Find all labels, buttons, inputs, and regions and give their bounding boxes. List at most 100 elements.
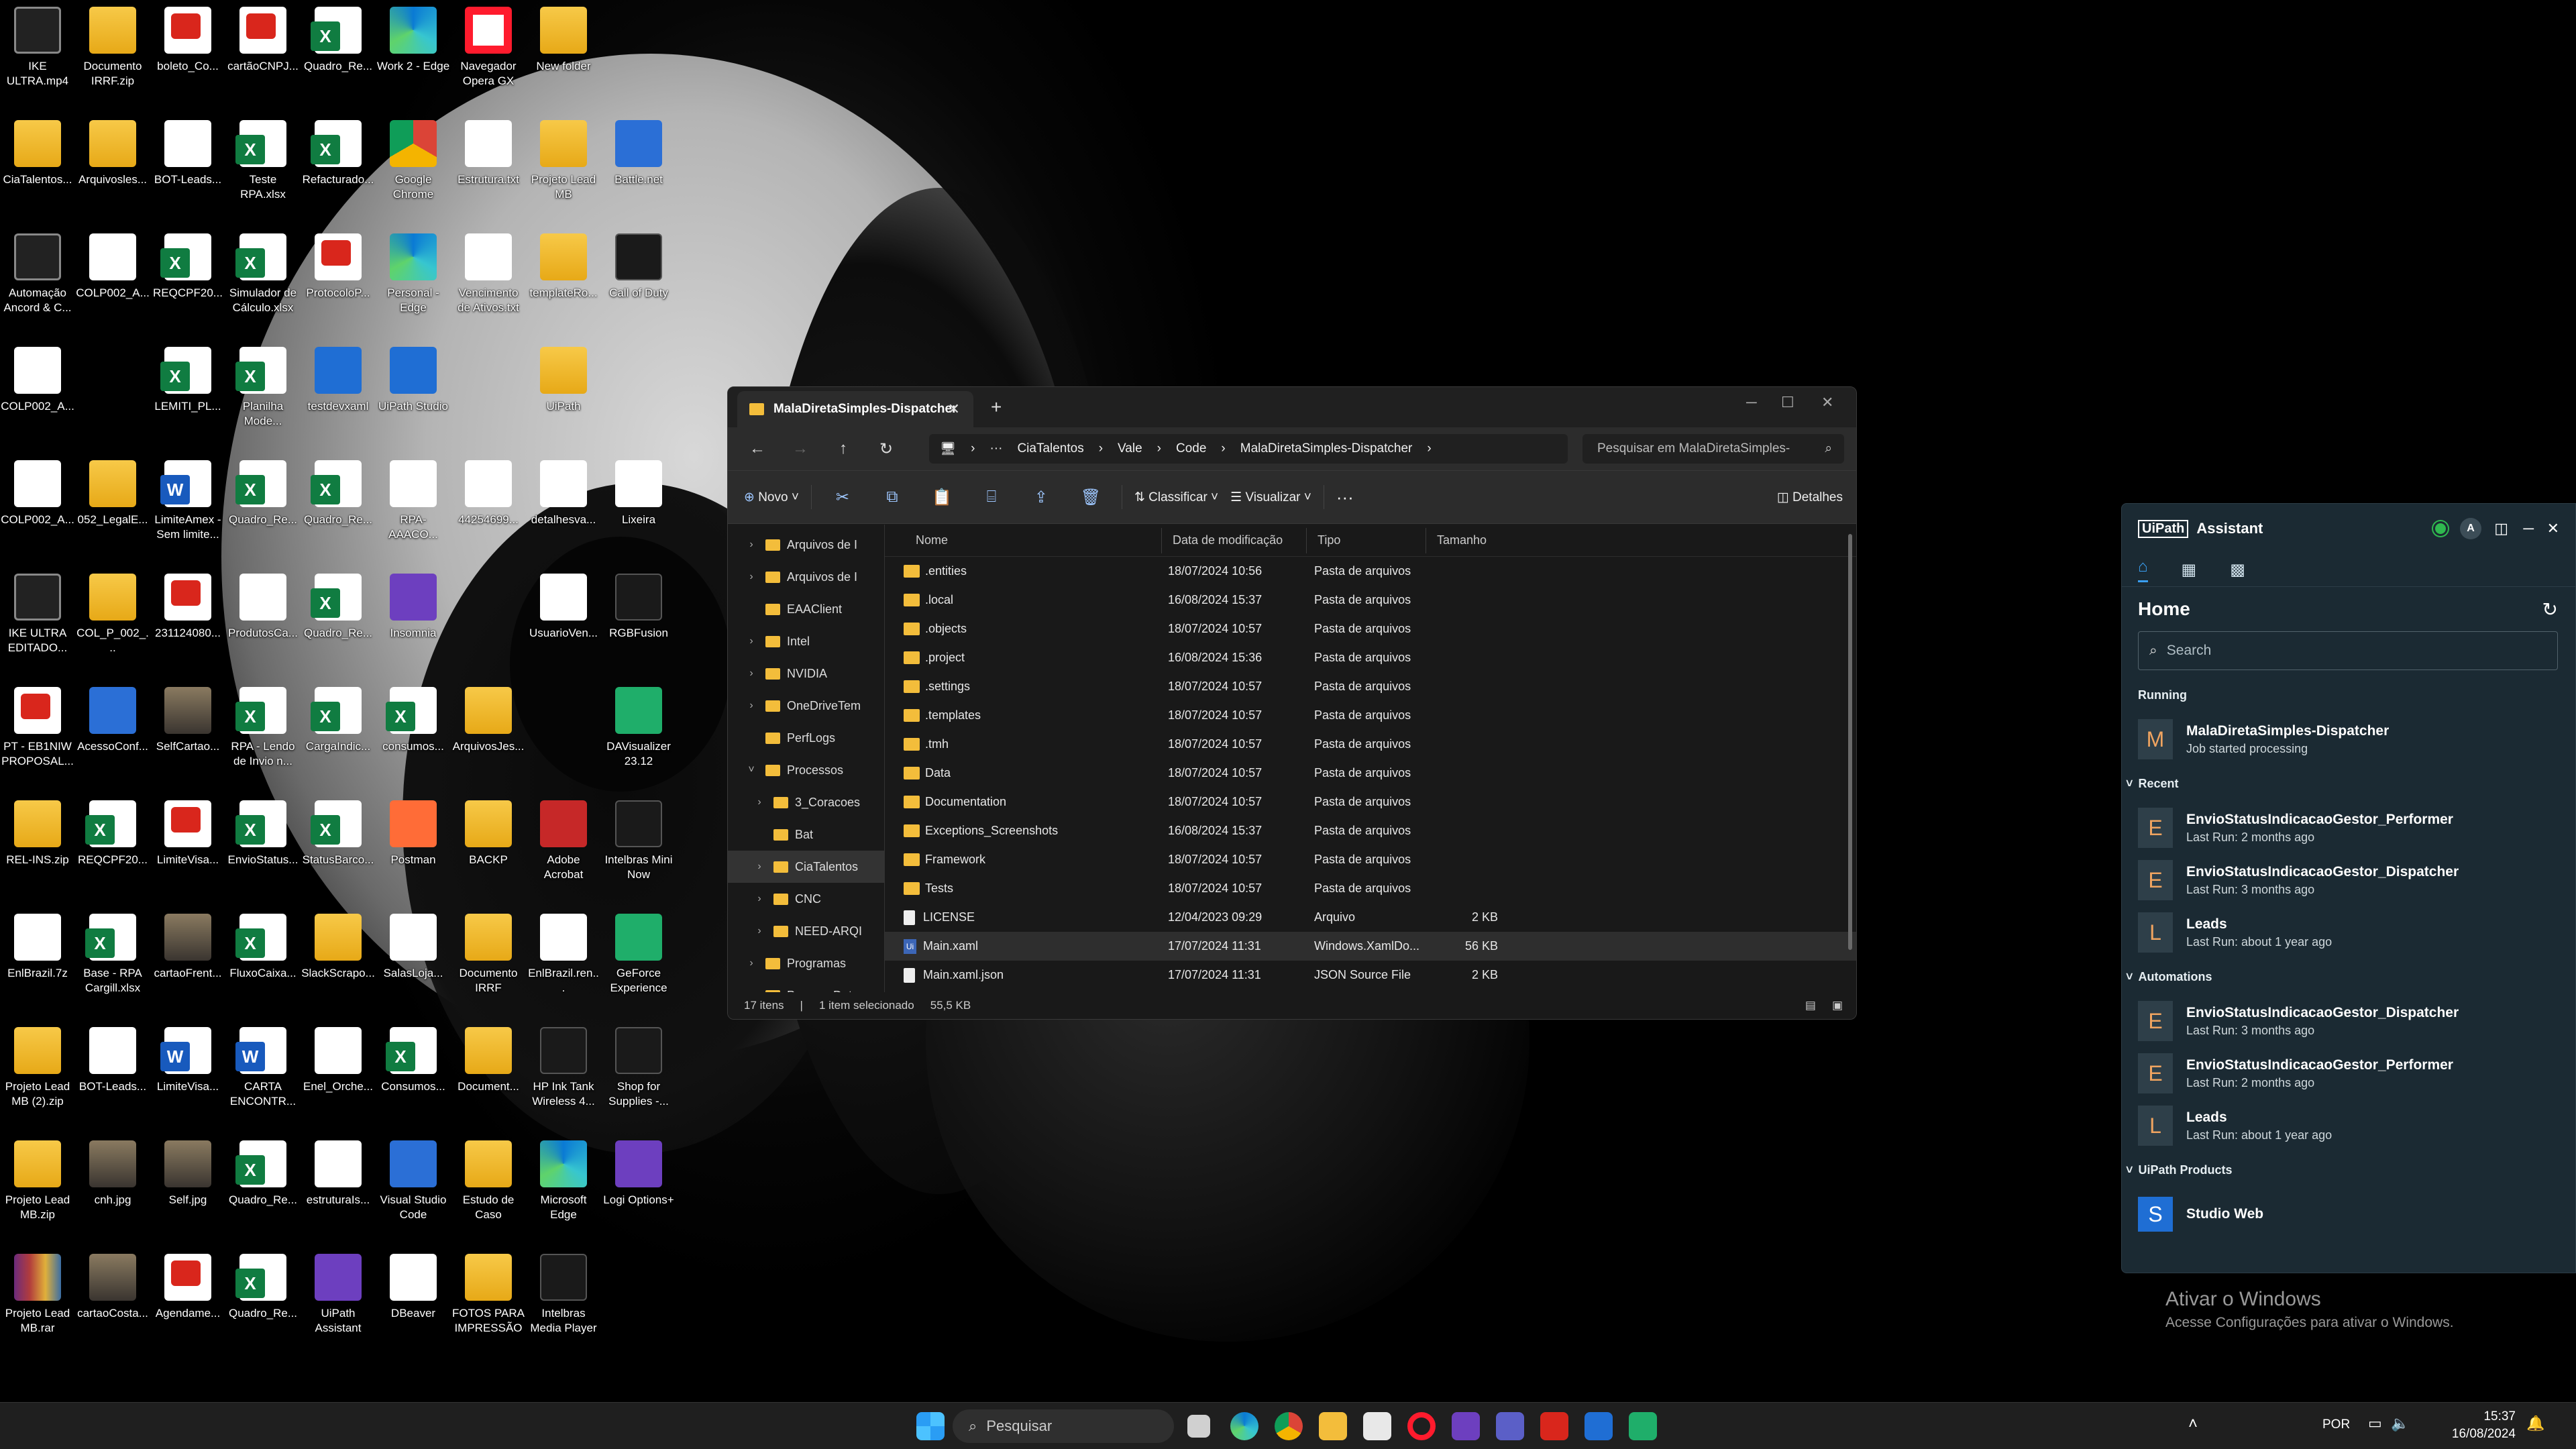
rename-icon[interactable]: ⌸ xyxy=(973,488,1010,506)
breadcrumb-3[interactable]: MalaDiretaSimples-Dispatcher xyxy=(1240,441,1413,456)
desktop-icon[interactable]: Documento IRRF.zip xyxy=(75,0,150,113)
desktop-icon[interactable]: Quadro_Re... xyxy=(225,1134,301,1246)
desktop-icon[interactable]: Lixeira xyxy=(601,453,676,566)
chevron-down-icon[interactable]: ˅ xyxy=(744,764,759,776)
desktop-icon[interactable]: PDF 231124080... xyxy=(150,567,225,680)
teams-taskbar-icon[interactable] xyxy=(1496,1412,1524,1440)
desktop-icon[interactable]: CiaTalentos... xyxy=(0,113,75,226)
desktop-icon[interactable]: Projeto Lead MB (2).zip xyxy=(0,1020,75,1133)
uipath-assistant-taskbar-icon[interactable] xyxy=(1452,1412,1480,1440)
desktop-icon[interactable]: IKE ULTRA EDITADO... xyxy=(0,567,75,680)
start-button-icon[interactable] xyxy=(916,1412,945,1440)
tree-item[interactable]: › CiaTalentos xyxy=(728,851,884,883)
desktop-icon[interactable]: Quadro_Re... xyxy=(225,1247,301,1360)
close-tab-icon[interactable]: ✕ xyxy=(948,400,960,418)
tree-item[interactable]: ˅ Processos xyxy=(728,754,884,786)
file-row[interactable]: Main.xaml.json 17/07/2024 11:31 JSON Sourc… xyxy=(885,961,1856,989)
copy-icon[interactable]: ⧉ xyxy=(873,488,911,506)
edge-taskbar-icon[interactable] xyxy=(1230,1412,1258,1440)
desktop-icon[interactable]: EnlBrazil.7z xyxy=(0,907,75,1020)
desktop-icon[interactable]: Work 2 - Edge xyxy=(376,0,451,113)
desktop-icon[interactable]: Planilha Mode... xyxy=(225,340,301,453)
desktop-icon[interactable]: cartaoCosta... xyxy=(75,1247,150,1360)
desktop-icon[interactable]: Microsoft Edge xyxy=(526,1134,601,1246)
desktop-icon[interactable]: PDF boleto_Co... xyxy=(150,0,225,113)
automation-item[interactable]: M MalaDiretaSimples-Dispatcher Job started… xyxy=(2122,713,2575,765)
desktop-icon[interactable]: UiPath Studio xyxy=(376,340,451,453)
file-row[interactable]: .objects 18/07/2024 10:57 Pasta de arquivo… xyxy=(885,614,1856,643)
chevron-right-icon[interactable]: › xyxy=(752,796,767,808)
desktop-icon[interactable]: cnh.jpg xyxy=(75,1134,150,1246)
desktop-icon[interactable]: CARTA ENCONTR... xyxy=(225,1020,301,1133)
chevron-right-icon[interactable]: › xyxy=(744,635,759,647)
desktop-icon[interactable]: Teste RPA.xlsx xyxy=(225,113,301,226)
automation-item[interactable]: L Leads Last Run: about 1 year ago xyxy=(2122,1099,2575,1152)
details-view-icon[interactable]: ▤ xyxy=(1805,999,1816,1012)
desktop-icon[interactable]: RGBFusion xyxy=(601,567,676,680)
desktop-icon[interactable]: Postman xyxy=(376,794,451,906)
file-row[interactable]: .project 16/08/2024 15:36 Pasta de arquivo… xyxy=(885,643,1856,672)
desktop-icon[interactable]: consumos... xyxy=(376,680,451,793)
refresh-icon[interactable]: ↻ xyxy=(2542,598,2558,621)
desktop-icon[interactable]: AcessoConf... xyxy=(75,680,150,793)
breadcrumb-0[interactable]: CiaTalentos xyxy=(1017,441,1083,456)
new-tab-button[interactable]: + xyxy=(991,396,1002,418)
desktop-icon[interactable]: Quadro_Re... xyxy=(225,453,301,566)
desktop-icon[interactable]: Insomnia xyxy=(376,567,451,680)
desktop-icon[interactable]: Projeto Lead MB xyxy=(526,113,601,226)
desktop-icon[interactable]: Documento IRRF xyxy=(451,907,526,1020)
desktop-icon[interactable]: FluxoCaixa... xyxy=(225,907,301,1020)
explorer-search-input[interactable]: Pesquisar em MalaDiretaSimples- ⌕ xyxy=(1582,434,1844,464)
desktop-icon[interactable]: DAVisualizer 23.12 xyxy=(601,680,676,793)
desktop-icon[interactable]: Refacturado... xyxy=(301,113,376,226)
desktop-icon[interactable]: Quadro_Re... xyxy=(301,0,376,113)
desktop-icon[interactable]: REQCPF20... xyxy=(150,227,225,339)
desktop-icon[interactable]: Projeto Lead MB.zip xyxy=(0,1134,75,1246)
desktop-icon[interactable]: PDF cartãoCNPJ... xyxy=(225,0,301,113)
app-taskbar-icon[interactable] xyxy=(1629,1412,1657,1440)
file-row[interactable]: .tmh 18/07/2024 10:57 Pasta de arquivos xyxy=(885,730,1856,759)
tree-item[interactable]: ›ProgramData xyxy=(728,979,884,992)
desktop-icon[interactable]: Estudo de Caso xyxy=(451,1134,526,1246)
desktop-icon[interactable]: UiPath Assistant xyxy=(301,1247,376,1360)
tree-item[interactable]: › Arquivos de I xyxy=(728,561,884,593)
anydesk-taskbar-icon[interactable] xyxy=(1540,1412,1568,1440)
tiles-view-icon[interactable]: ▣ xyxy=(1832,999,1843,1012)
breadcrumb-1[interactable]: Vale xyxy=(1118,441,1142,456)
taskbar-search-input[interactable]: ⌕ Pesquisar xyxy=(953,1409,1174,1443)
language-indicator[interactable]: POR xyxy=(2322,1417,2350,1432)
automation-item[interactable]: E EnvioStatusIndicacaoGestor_Dispatcher La… xyxy=(2122,995,2575,1047)
desktop-icon[interactable]: Arquivosles... xyxy=(75,113,150,226)
desktop-icon[interactable]: Google Chrome xyxy=(376,113,451,226)
desktop-icon[interactable]: COL_P_002_... xyxy=(75,567,150,680)
desktop-icon[interactable]: Call of Duty xyxy=(601,227,676,339)
desktop-icon[interactable]: PDF LimiteVisa... xyxy=(150,794,225,906)
file-explorer-taskbar-icon[interactable] xyxy=(1319,1412,1347,1440)
tree-item[interactable]: EAAClient xyxy=(728,593,884,625)
more-crumbs-icon[interactable]: ··· xyxy=(989,441,1002,456)
desktop-icon[interactable]: testdevxaml xyxy=(301,340,376,453)
desktop-icon[interactable]: Adobe Acrobat xyxy=(526,794,601,906)
explorer-tab[interactable]: MalaDiretaSimples-Dispatcher ✕ xyxy=(737,391,973,427)
close-button[interactable]: ✕ xyxy=(2547,520,2559,537)
automation-item[interactable]: L Leads Last Run: about 1 year ago xyxy=(2122,906,2575,959)
desktop-icon[interactable]: Battle.net xyxy=(601,113,676,226)
desktop-icon[interactable]: Logi Options+ xyxy=(601,1134,676,1246)
chrome-taskbar-icon[interactable] xyxy=(1275,1412,1303,1440)
refresh-icon[interactable]: ↻ xyxy=(873,439,900,459)
tree-item[interactable]: › NVIDIA xyxy=(728,657,884,690)
column-type[interactable]: Tipo xyxy=(1306,527,1426,553)
new-button[interactable]: ⊕ Novo ˅ xyxy=(744,490,799,505)
desktop-icon[interactable]: RPA-AAACO... xyxy=(376,453,451,566)
desktop-icon[interactable]: SlackScrapo... xyxy=(301,907,376,1020)
desktop-icon[interactable]: Enel_Orche... xyxy=(301,1020,376,1133)
tree-item[interactable]: › Intel xyxy=(728,625,884,657)
desktop-icon[interactable]: cartaoFrent... xyxy=(150,907,225,1020)
tray-chevron-up-icon[interactable]: ˄ xyxy=(2188,1415,2198,1434)
chevron-right-icon[interactable]: › xyxy=(752,893,767,905)
desktop-icon[interactable]: DBeaver xyxy=(376,1247,451,1360)
tree-item[interactable]: › CNC xyxy=(728,883,884,915)
column-name[interactable]: Nome xyxy=(885,528,1161,553)
tree-item[interactable]: › NEED-ARQI xyxy=(728,915,884,947)
desktop-icon[interactable]: Personal - Edge xyxy=(376,227,451,339)
